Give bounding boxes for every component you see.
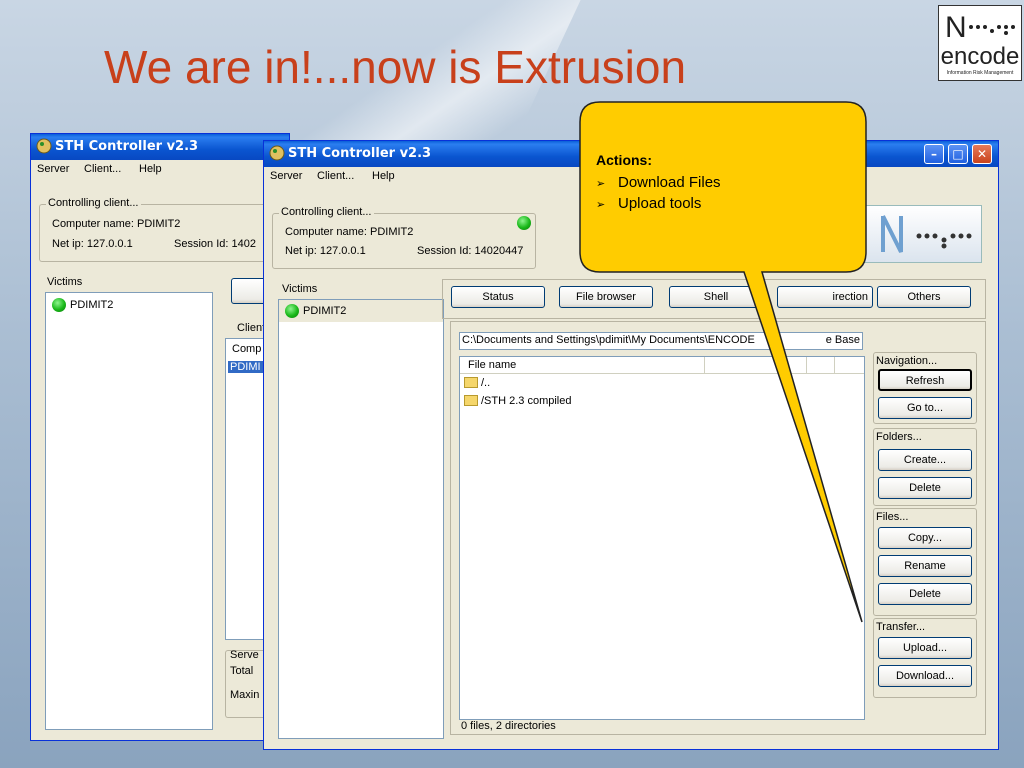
logo-word: encode xyxy=(940,43,1020,70)
callout-text: Actions: ➢ Download Files ➢ Upload tools xyxy=(596,152,721,216)
back-window-titlebar[interactable]: STH Controller v2.3 xyxy=(31,134,289,160)
folders-group: Folders... Create... Delete xyxy=(873,428,977,506)
maximize-icon[interactable]: □ xyxy=(948,144,968,164)
rename-button[interactable]: Rename xyxy=(878,555,972,577)
file-row[interactable]: /.. xyxy=(464,376,490,389)
transfer-legend: Transfer... xyxy=(876,621,926,633)
tab-strip: Status File browser Shell irection Other… xyxy=(442,279,986,319)
session-id: Session Id: 14020447 xyxy=(417,245,524,257)
file-browser-panel: C:\Documents and Settings\pdimit\My Docu… xyxy=(450,321,986,735)
minimize-icon[interactable]: – xyxy=(924,144,944,164)
menu-help[interactable]: Help xyxy=(139,163,162,175)
folder-icon xyxy=(464,394,478,406)
files-group: Files... Copy... Rename Delete xyxy=(873,508,977,616)
tab-file-browser[interactable]: File browser xyxy=(559,286,653,308)
transfer-group: Transfer... Upload... Download... xyxy=(873,618,977,698)
svg-text:N: N xyxy=(945,11,967,43)
delete-file-button[interactable]: Delete xyxy=(878,583,972,605)
tab-shell[interactable]: Shell xyxy=(669,286,763,308)
controlling-client-group: Controlling client... Computer name: PDI… xyxy=(272,206,536,269)
app-icon xyxy=(269,145,285,161)
window-title: STH Controller v2.3 xyxy=(55,139,199,154)
app-icon xyxy=(36,138,52,154)
callout-heading: Actions: xyxy=(596,152,652,168)
create-folder-button[interactable]: Create... xyxy=(878,449,972,471)
folders-legend: Folders... xyxy=(876,431,922,443)
tab-status[interactable]: Status xyxy=(451,286,545,308)
navigation-group: Navigation... Refresh Go to... xyxy=(873,352,977,424)
computer-name: Computer name: PDIMIT2 xyxy=(285,226,414,238)
session-id: Session Id: 1402 xyxy=(174,238,256,250)
file-list[interactable]: File name /.. /STH 2.3 compiled xyxy=(459,356,865,720)
file-list-header: File name xyxy=(460,357,864,374)
victims-list[interactable]: PDIMIT2 xyxy=(278,299,444,739)
menu-help[interactable]: Help xyxy=(372,170,395,182)
download-button[interactable]: Download... xyxy=(878,665,972,687)
menu-client[interactable]: Client... xyxy=(317,170,354,182)
slide-title: We are in!...now is Extrusion xyxy=(104,41,687,93)
menu-server[interactable]: Server xyxy=(270,170,302,182)
max-label: Maxin xyxy=(230,689,260,701)
file-row[interactable]: /STH 2.3 compiled xyxy=(464,394,571,407)
delete-folder-button[interactable]: Delete xyxy=(878,477,972,499)
computer-name: Computer name: PDIMIT2 xyxy=(52,218,181,230)
controlling-client-group: Controlling client... Computer name: PDI… xyxy=(39,197,300,262)
refresh-button[interactable]: Refresh xyxy=(878,369,972,391)
connected-status-icon xyxy=(517,216,531,230)
status-text: 0 files, 2 directories xyxy=(461,720,556,732)
logo-subtitle: Information Risk Management xyxy=(946,70,1014,76)
path-text: C:\Documents and Settings\pdimit\My Docu… xyxy=(462,334,755,346)
victim-row[interactable]: PDIMIT2 xyxy=(279,300,443,322)
close-icon[interactable]: ✕ xyxy=(972,144,992,164)
group-legend: Controlling client... xyxy=(279,206,374,218)
encode-logo: N encode Information Risk Management xyxy=(938,5,1022,81)
server-legend: Serve xyxy=(230,649,259,661)
encode-banner-icon xyxy=(881,215,972,253)
tab-redirection[interactable]: irection xyxy=(777,286,873,308)
victim-item[interactable]: PDIMIT2 xyxy=(303,305,346,317)
window-title: STH Controller v2.3 xyxy=(288,146,432,161)
menu-client[interactable]: Client... xyxy=(84,163,121,175)
path-field[interactable]: C:\Documents and Settings\pdimit\My Docu… xyxy=(459,332,863,350)
client-row[interactable]: PDIMI xyxy=(228,361,263,373)
front-window: STH Controller v2.3 – □ ✕ Server Client.… xyxy=(263,140,999,750)
path-tail-text: e Base xyxy=(825,334,860,346)
arrow-bullet-icon: ➢ xyxy=(596,199,606,211)
comp-column-header: Comp xyxy=(232,343,262,355)
header-logo-banner xyxy=(854,205,982,263)
arrow-bullet-icon: ➢ xyxy=(596,178,606,190)
total-label: Total xyxy=(230,665,254,677)
copy-button[interactable]: Copy... xyxy=(878,527,972,549)
files-legend: Files... xyxy=(876,511,909,523)
callout-item: ➢ Upload tools xyxy=(596,195,702,212)
callout-item: ➢ Download Files xyxy=(596,174,721,191)
upload-button[interactable]: Upload... xyxy=(878,637,972,659)
menu-bar: Server Client... Help xyxy=(31,160,289,180)
logo-mark-icon: N xyxy=(943,9,1017,44)
online-status-icon xyxy=(285,304,299,318)
net-ip: Net ip: 127.0.0.1 xyxy=(52,238,133,250)
folder-icon xyxy=(464,376,478,388)
victims-list[interactable]: PDIMIT2 xyxy=(45,292,213,730)
navigation-legend: Navigation... xyxy=(876,355,938,367)
online-status-icon xyxy=(52,298,66,312)
tab-others[interactable]: Others xyxy=(877,286,971,308)
group-legend: Controlling client... xyxy=(46,197,141,209)
goto-button[interactable]: Go to... xyxy=(878,397,972,419)
victim-item[interactable]: PDIMIT2 xyxy=(70,299,113,311)
net-ip: Net ip: 127.0.0.1 xyxy=(285,245,366,257)
back-window: STH Controller v2.3 Server Client... Hel… xyxy=(30,133,300,741)
victims-label: Victims xyxy=(47,276,83,288)
victims-label: Victims xyxy=(282,283,318,295)
menu-server[interactable]: Server xyxy=(37,163,69,175)
file-name-column-header[interactable]: File name xyxy=(468,359,516,371)
